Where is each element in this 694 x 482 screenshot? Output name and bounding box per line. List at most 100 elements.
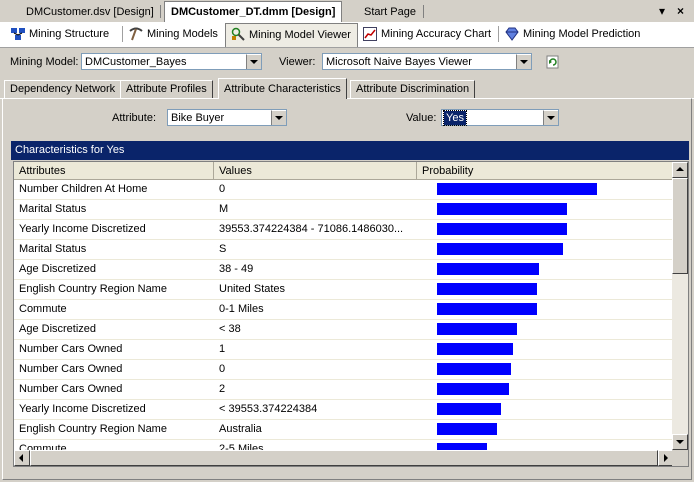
column-header-probability[interactable]: Probability xyxy=(417,162,674,180)
column-header-values[interactable]: Values xyxy=(214,162,417,180)
probability-bar xyxy=(437,343,513,355)
probability-cell xyxy=(417,180,674,200)
scroll-up-button[interactable] xyxy=(672,162,688,178)
attribute-dropdown[interactable]: Bike Buyer xyxy=(167,109,287,126)
chevron-down-icon[interactable] xyxy=(543,110,558,125)
viewer-dropdown[interactable]: Microsoft Naive Bayes Viewer xyxy=(322,53,532,70)
table-row[interactable]: Age Discretized 38 - 49 xyxy=(14,260,674,280)
attribute-characteristics-panel: Attribute: Bike Buyer Value: Yes Charact… xyxy=(2,98,692,480)
probability-cell xyxy=(417,340,674,360)
doc-tab-dsv[interactable]: DMCustomer.dsv [Design] xyxy=(20,3,160,21)
accuracy-chart-icon xyxy=(363,27,377,41)
probability-cell xyxy=(417,420,674,440)
horizontal-scroll-thumb[interactable] xyxy=(30,450,658,466)
table-row[interactable]: Yearly Income Discretized < 39553.3742243… xyxy=(14,400,674,420)
table-row[interactable]: Marital Status M xyxy=(14,200,674,220)
attribute-cell: Number Cars Owned xyxy=(19,383,123,395)
table-row[interactable]: Age Discretized < 38 xyxy=(14,320,674,340)
tab-dependency-network[interactable]: Dependency Network xyxy=(4,80,122,98)
probability-cell xyxy=(417,220,674,240)
attribute-cell: Yearly Income Discretized xyxy=(19,223,146,235)
value-cell: 2 xyxy=(219,383,226,395)
tab-attribute-profiles[interactable]: Attribute Profiles xyxy=(120,80,213,98)
doc-tab-dmm[interactable]: DMCustomer_DT.dmm [Design] xyxy=(164,1,343,23)
doc-tab-divider xyxy=(423,5,424,18)
table-row[interactable]: Number Cars Owned 0 xyxy=(14,360,674,380)
attribute-cell: Yearly Income Discretized xyxy=(19,403,146,415)
tab-label: Mining Models xyxy=(147,28,218,40)
attribute-cell: Number Cars Owned xyxy=(19,363,123,375)
attribute-cell: English Country Region Name xyxy=(19,423,167,435)
value-cell: 1 xyxy=(219,343,226,355)
table-row[interactable]: Yearly Income Discretized 39553.374224384… xyxy=(14,220,674,240)
probability-bar xyxy=(437,243,563,255)
mining-model-dropdown[interactable]: DMCustomer_Bayes xyxy=(81,53,262,70)
horizontal-scrollbar[interactable] xyxy=(14,450,674,466)
attribute-cell: Number Cars Owned xyxy=(19,343,123,355)
tab-mining-accuracy-chart[interactable]: Mining Accuracy Chart xyxy=(358,24,497,44)
viewer-tab-strip: Dependency Network Attribute Profiles At… xyxy=(0,78,694,99)
scroll-down-button[interactable] xyxy=(672,434,688,450)
attribute-cell: Number Children At Home xyxy=(19,183,148,195)
doc-tab-start-page[interactable]: Start Page xyxy=(358,3,422,21)
vertical-scroll-thumb[interactable] xyxy=(672,178,688,274)
table-row[interactable]: Number Children At Home 0 xyxy=(14,180,674,200)
tab-mining-models[interactable]: Mining Models xyxy=(124,24,224,44)
mining-structure-icon xyxy=(11,28,25,40)
probability-bar xyxy=(437,403,501,415)
characteristics-grid[interactable]: Attributes Values Probability Number Chi… xyxy=(13,161,689,467)
attribute-cell: Marital Status xyxy=(19,243,87,255)
value-cell: 39553.374224384 - 71086.1486030... xyxy=(219,223,404,235)
attribute-label: Attribute: xyxy=(112,112,157,124)
designer-tab-strip: Mining Structure Mining Models Mining Mo… xyxy=(0,22,694,48)
probability-cell xyxy=(417,260,674,280)
tab-mining-model-prediction[interactable]: Mining Model Prediction xyxy=(500,24,646,44)
table-row[interactable]: Marital Status S xyxy=(14,240,674,260)
column-header-attributes[interactable]: Attributes xyxy=(14,162,214,180)
probability-cell xyxy=(417,300,674,320)
refresh-icon[interactable] xyxy=(545,54,561,70)
tab-mining-structure[interactable]: Mining Structure xyxy=(6,24,115,44)
value-dropdown[interactable]: Yes xyxy=(441,109,559,126)
value-cell: < 38 xyxy=(219,323,241,335)
probability-bar xyxy=(437,223,567,235)
value-value: Yes xyxy=(443,110,467,126)
close-icon[interactable]: × xyxy=(677,3,684,19)
table-row[interactable]: Number Cars Owned 2 xyxy=(14,380,674,400)
table-row[interactable]: English Country Region Name Australia xyxy=(14,420,674,440)
attribute-cell: Commute xyxy=(19,303,67,315)
probability-bar xyxy=(437,283,537,295)
tab-label: Mining Accuracy Chart xyxy=(381,28,492,40)
value-cell: 0 xyxy=(219,183,226,195)
probability-bar xyxy=(437,363,511,375)
tab-label: Mining Model Prediction xyxy=(523,28,641,40)
table-row[interactable]: Number Cars Owned 1 xyxy=(14,340,674,360)
value-cell: Australia xyxy=(219,423,262,435)
chevron-down-icon[interactable] xyxy=(246,54,261,69)
probability-cell xyxy=(417,200,674,220)
chevron-down-icon[interactable] xyxy=(271,110,286,125)
value-cell: M xyxy=(219,203,229,215)
tab-label: Mining Structure xyxy=(29,28,110,40)
vertical-scrollbar[interactable] xyxy=(672,162,688,450)
attribute-cell: Age Discretized xyxy=(19,263,97,275)
attribute-value: Bike Buyer xyxy=(171,112,225,124)
scroll-left-button[interactable] xyxy=(14,450,30,466)
probability-bar xyxy=(437,423,497,435)
doc-tab-divider xyxy=(160,5,161,18)
model-viewer-icon xyxy=(231,27,245,41)
chevron-down-icon[interactable] xyxy=(516,54,531,69)
tab-divider xyxy=(122,26,123,42)
viewer-label: Viewer: xyxy=(279,56,316,68)
tab-mining-model-viewer[interactable]: Mining Model Viewer xyxy=(225,23,358,47)
probability-bar xyxy=(437,383,509,395)
tab-attribute-characteristics[interactable]: Attribute Characteristics xyxy=(218,78,347,99)
table-row[interactable]: Commute 0-1 Miles xyxy=(14,300,674,320)
pickaxe-icon xyxy=(129,27,143,41)
value-cell: 0 xyxy=(219,363,226,375)
window-menu-icon[interactable]: ▾ xyxy=(659,3,665,19)
table-row[interactable]: English Country Region Name United States xyxy=(14,280,674,300)
value-cell: < 39553.374224384 xyxy=(219,403,318,415)
value-cell: 38 - 49 xyxy=(219,263,254,275)
tab-attribute-discrimination[interactable]: Attribute Discrimination xyxy=(350,80,476,98)
